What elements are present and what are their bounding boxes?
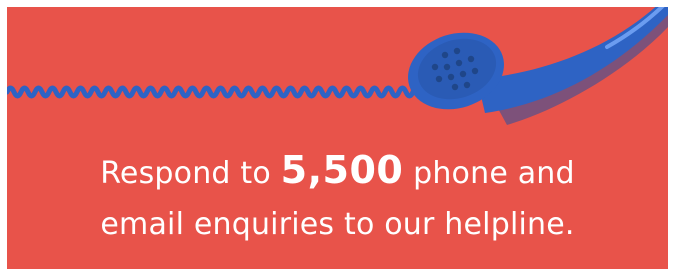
message-line-2: email enquiries to our helpline.: [100, 207, 575, 242]
helpline-message: Respond to 5,500 phone and email enquiri…: [7, 145, 668, 250]
enquiries-count: 5,500: [280, 148, 404, 192]
helpline-card: Respond to 5,500 phone and email enquiri…: [7, 7, 668, 269]
message-line-1: Respond to 5,500 phone and: [7, 145, 668, 199]
message-text-before: Respond to: [100, 156, 281, 191]
telephone-illustration: [7, 7, 668, 125]
telephone-handset-icon: [408, 7, 668, 125]
message-text-after: phone and: [403, 156, 575, 191]
coiled-cord-icon: [7, 85, 430, 99]
infographic-panel: Respond to 5,500 phone and email enquiri…: [0, 0, 675, 276]
